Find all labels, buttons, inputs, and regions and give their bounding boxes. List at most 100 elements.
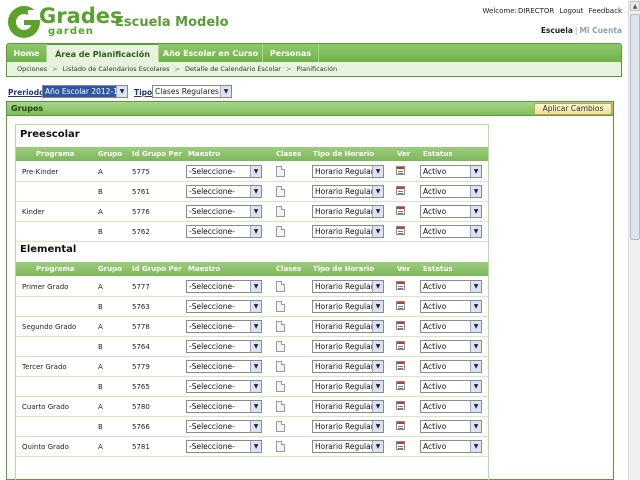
estatus-select[interactable]: Activo ▼ (420, 185, 482, 198)
maestro-select[interactable]: -Seleccione- ▼ (186, 360, 262, 373)
estatus-select[interactable]: Activo ▼ (420, 300, 482, 313)
feedback-link[interactable]: Feedback (589, 7, 622, 15)
column-header-estatus: Estatus (423, 265, 453, 273)
horario-select[interactable]: Horario Regular ▼ (312, 320, 384, 333)
maestro-select[interactable]: -Seleccione- ▼ (186, 440, 262, 453)
estatus-select[interactable]: Activo ▼ (420, 165, 482, 178)
calendar-icon[interactable] (396, 166, 405, 175)
calendar-icon[interactable] (396, 361, 405, 370)
chevron-down-icon: ▼ (470, 186, 481, 197)
grades-garden-logo[interactable]: Grades garden (6, 4, 123, 40)
maestro-select[interactable]: -Seleccione- ▼ (186, 165, 262, 178)
period-select[interactable]: Año Escolar 2012-13 ▼ (42, 85, 128, 98)
my-account-link[interactable]: Mi Cuenta (579, 26, 622, 35)
breadcrumb-detalle[interactable]: Detalle de Calendario Escolar (185, 65, 281, 73)
scroll-thumb[interactable] (630, 14, 640, 240)
table-row: Cuarto Grado A 5780 -Seleccione- ▼ Horario Re… (16, 397, 488, 417)
maestro-select[interactable]: -Seleccione- ▼ (186, 320, 262, 333)
estatus-select[interactable]: Activo ▼ (420, 360, 482, 373)
document-icon[interactable] (276, 341, 285, 352)
estatus-select[interactable]: Activo ▼ (420, 205, 482, 218)
chevron-down-icon: ▼ (470, 441, 481, 452)
estatus-select[interactable]: Activo ▼ (420, 225, 482, 238)
maestro-select[interactable]: -Seleccione- ▼ (186, 225, 262, 238)
column-header-ver: Ver (397, 265, 411, 273)
calendar-icon[interactable] (396, 206, 405, 215)
horario-select[interactable]: Horario Regular ▼ (312, 380, 384, 393)
document-icon[interactable] (276, 401, 285, 412)
chevron-down-icon: ▼ (372, 206, 383, 217)
horario-select[interactable]: Horario Regular ▼ (312, 420, 384, 433)
horario-select[interactable]: Horario Regular ▼ (312, 165, 384, 178)
calendar-icon[interactable] (396, 381, 405, 390)
document-icon[interactable] (276, 301, 285, 312)
document-icon[interactable] (276, 421, 285, 432)
horario-select[interactable]: Horario Regular ▼ (312, 300, 384, 313)
estatus-select[interactable]: Activo ▼ (420, 340, 482, 353)
maestro-select[interactable]: -Seleccione- ▼ (186, 340, 262, 353)
document-icon[interactable] (276, 321, 285, 332)
document-icon[interactable] (276, 361, 285, 372)
estatus-select[interactable]: Activo ▼ (420, 380, 482, 393)
maestro-select[interactable]: -Seleccione- ▼ (186, 280, 262, 293)
maestro-select[interactable]: -Seleccione- ▼ (186, 380, 262, 393)
id-grupo-cell: 5776 (132, 208, 150, 216)
scroll-up-arrow-icon[interactable]: ▲ (630, 1, 640, 11)
horario-select[interactable]: Horario Regular ▼ (312, 185, 384, 198)
estatus-select[interactable]: Activo ▼ (420, 320, 482, 333)
document-icon[interactable] (276, 381, 285, 392)
apply-changes-button[interactable]: Aplicar Cambios (534, 103, 612, 115)
calendar-icon[interactable] (396, 401, 405, 410)
horario-select[interactable]: Horario Regular ▼ (312, 340, 384, 353)
document-icon[interactable] (276, 206, 285, 217)
horario-select[interactable]: Horario Regular ▼ (312, 440, 384, 453)
logout-link[interactable]: Logout (559, 7, 583, 15)
school-link[interactable]: Escuela (541, 26, 573, 35)
programa-cell: Cuarto Grado (22, 403, 70, 411)
estatus-select[interactable]: Activo ▼ (420, 440, 482, 453)
calendar-icon[interactable] (396, 321, 405, 330)
column-header-programa: Programa (36, 150, 75, 158)
breadcrumb-listado[interactable]: Listado de Calendarios Escolares (63, 65, 170, 73)
estatus-select[interactable]: Activo ▼ (420, 400, 482, 413)
document-icon[interactable] (276, 281, 285, 292)
tab-personas[interactable]: Personas (263, 44, 319, 63)
tab-home[interactable]: Home (7, 44, 47, 63)
tab-area-planificacion[interactable]: Área de Planificación (47, 44, 159, 64)
period-label: Preriodo (8, 88, 45, 97)
calendar-icon[interactable] (396, 441, 405, 450)
maestro-select[interactable]: -Seleccione- ▼ (186, 185, 262, 198)
horario-select[interactable]: Horario Regular ▼ (312, 280, 384, 293)
calendar-icon[interactable] (396, 186, 405, 195)
chevron-down-icon: ▼ (470, 401, 481, 412)
tab-ano-escolar[interactable]: Año Escolar en Curso (159, 44, 263, 63)
chevron-down-icon: ▼ (470, 301, 481, 312)
panel-header: Grupos Aplicar Cambios (7, 102, 613, 116)
calendar-icon[interactable] (396, 421, 405, 430)
horario-select[interactable]: Horario Regular ▼ (312, 360, 384, 373)
type-select[interactable]: Clases Regulares ▼ (152, 85, 232, 98)
horario-select[interactable]: Horario Regular ▼ (312, 205, 384, 218)
horario-select[interactable]: Horario Regular ▼ (312, 225, 384, 238)
document-icon[interactable] (276, 166, 285, 177)
document-icon[interactable] (276, 441, 285, 452)
maestro-select[interactable]: -Seleccione- ▼ (186, 300, 262, 313)
chevron-down-icon: ▼ (372, 441, 383, 452)
page-scrollbar[interactable]: ▲ (628, 0, 640, 480)
calendar-icon[interactable] (396, 341, 405, 350)
maestro-select[interactable]: -Seleccione- ▼ (186, 420, 262, 433)
maestro-select[interactable]: -Seleccione- ▼ (186, 205, 262, 218)
grupo-cell: A (98, 443, 103, 451)
document-icon[interactable] (276, 186, 285, 197)
document-icon[interactable] (276, 226, 285, 237)
horario-select[interactable]: Horario Regular ▼ (312, 400, 384, 413)
maestro-select[interactable]: -Seleccione- ▼ (186, 400, 262, 413)
estatus-select[interactable]: Activo ▼ (420, 420, 482, 433)
breadcrumb-opciones[interactable]: Opciones (17, 65, 47, 73)
calendar-icon[interactable] (396, 301, 405, 310)
estatus-select[interactable]: Activo ▼ (420, 280, 482, 293)
calendar-icon[interactable] (396, 281, 405, 290)
calendar-icon[interactable] (396, 226, 405, 235)
table-row: Pre-Kinder A 5775 -Seleccione- ▼ Horario Regu… (16, 162, 488, 182)
chevron-down-icon: ▼ (250, 301, 261, 312)
